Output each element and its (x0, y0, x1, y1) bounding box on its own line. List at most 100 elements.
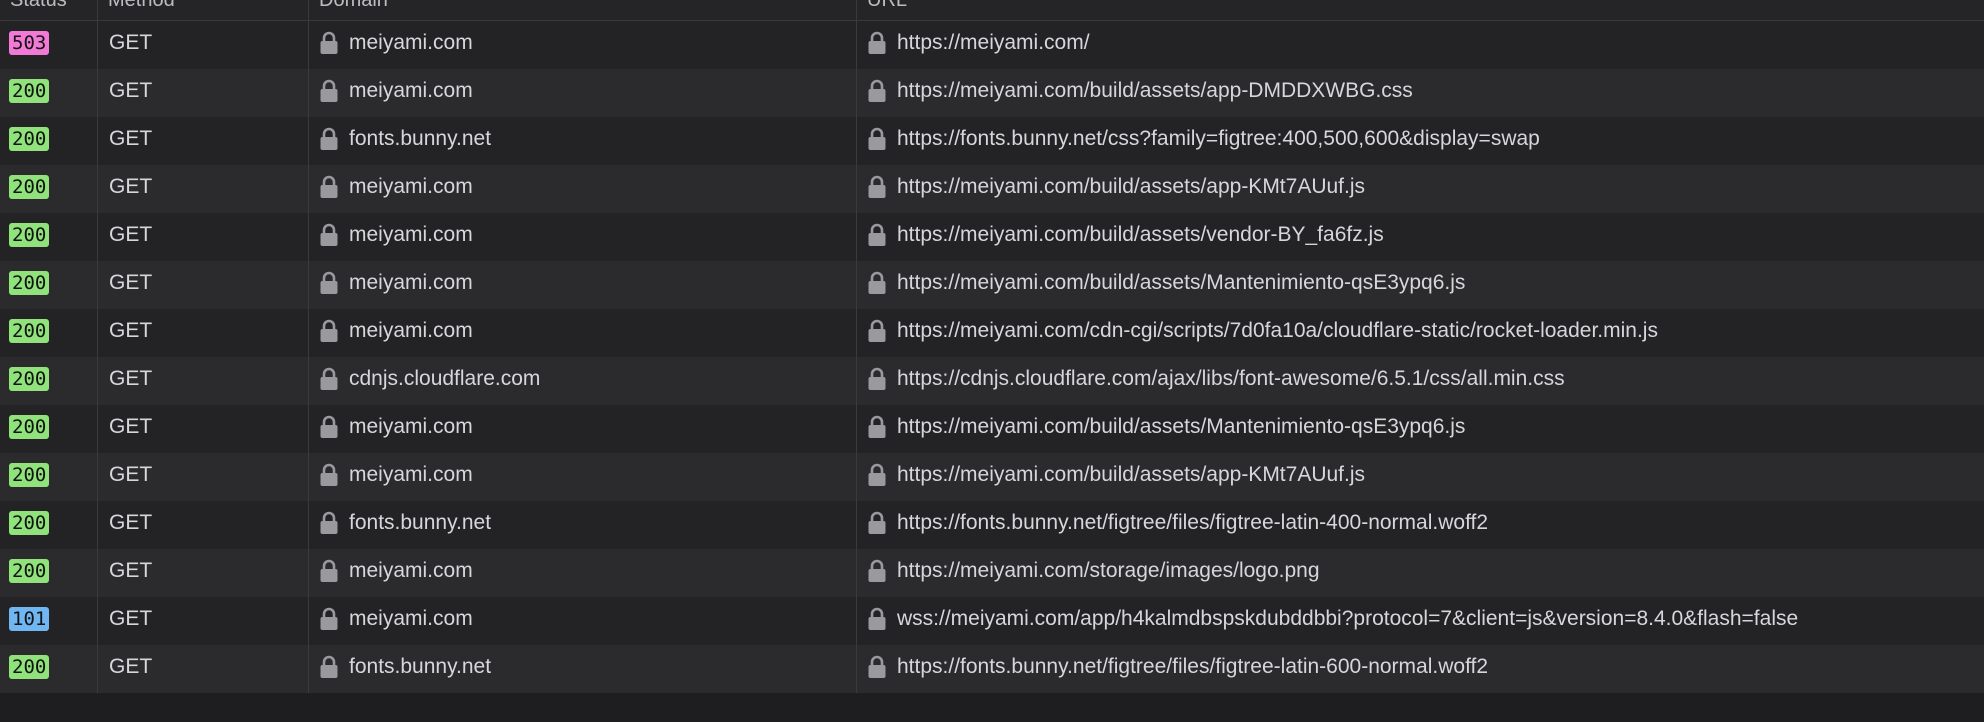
domain-cell: meiyami.com (309, 165, 857, 213)
status-badge: 200 (9, 271, 50, 296)
domain-cell: meiyami.com (309, 405, 857, 453)
domain-cell: fonts.bunny.net (309, 117, 857, 165)
table-row[interactable]: 200 GET cdnjs.cloudflare.com https://cdn… (0, 357, 1984, 405)
status-cell: 200 (0, 69, 98, 117)
lock-icon (319, 223, 339, 247)
table-row[interactable]: 200 GET fonts.bunny.net https://fonts.bu… (0, 501, 1984, 549)
url-text: https://meiyami.com/build/assets/Manteni… (897, 271, 1466, 295)
url-cell: https://fonts.bunny.net/figtree/files/fi… (857, 501, 1984, 549)
method-text: GET (109, 655, 153, 679)
url-text: https://meiyami.com/build/assets/Manteni… (897, 415, 1466, 439)
column-header-domain[interactable]: Domain (309, 0, 857, 20)
method-text: GET (109, 175, 153, 199)
method-cell: GET (98, 501, 309, 549)
status-cell: 200 (0, 309, 98, 357)
domain-text: fonts.bunny.net (349, 511, 492, 535)
method-text: GET (109, 223, 153, 247)
status-cell: 503 (0, 21, 98, 69)
table-row[interactable]: 200 GET meiyami.com https://meiyami.com/… (0, 261, 1984, 309)
table-row[interactable]: 200 GET meiyami.com https://meiyami.com/… (0, 165, 1984, 213)
table-header: Status Method Domain URL (0, 0, 1984, 21)
lock-icon (867, 607, 887, 631)
status-cell: 200 (0, 405, 98, 453)
method-cell: GET (98, 453, 309, 501)
table-row[interactable]: 200 GET meiyami.com https://meiyami.com/… (0, 549, 1984, 597)
method-text: GET (109, 463, 153, 487)
url-cell: https://meiyami.com/cdn-cgi/scripts/7d0f… (857, 309, 1984, 357)
url-cell: https://meiyami.com/build/assets/Manteni… (857, 405, 1984, 453)
domain-text: meiyami.com (349, 79, 473, 103)
table-row[interactable]: 200 GET meiyami.com https://meiyami.com/… (0, 309, 1984, 357)
url-cell: https://meiyami.com/build/assets/app-KMt… (857, 453, 1984, 501)
status-badge: 200 (9, 511, 50, 536)
table-row[interactable]: 101 GET meiyami.com wss://meiyami.com/ap… (0, 597, 1984, 645)
column-header-method[interactable]: Method (98, 0, 309, 20)
method-cell: GET (98, 261, 309, 309)
table-row[interactable]: 200 GET meiyami.com https://meiyami.com/… (0, 453, 1984, 501)
method-cell: GET (98, 357, 309, 405)
url-text: https://cdnjs.cloudflare.com/ajax/libs/f… (897, 367, 1565, 391)
lock-icon (867, 415, 887, 439)
domain-text: meiyami.com (349, 607, 473, 631)
lock-icon (867, 127, 887, 151)
status-badge: 200 (9, 559, 50, 584)
method-text: GET (109, 367, 153, 391)
lock-icon (319, 607, 339, 631)
lock-icon (319, 415, 339, 439)
domain-text: fonts.bunny.net (349, 127, 492, 151)
domain-text: meiyami.com (349, 175, 473, 199)
domain-cell: meiyami.com (309, 549, 857, 597)
lock-icon (319, 79, 339, 103)
domain-cell: fonts.bunny.net (309, 645, 857, 693)
table-row[interactable]: 200 GET fonts.bunny.net https://fonts.bu… (0, 117, 1984, 165)
url-text: https://meiyami.com/storage/images/logo.… (897, 559, 1320, 583)
status-cell: 200 (0, 261, 98, 309)
status-badge: 200 (9, 319, 50, 344)
domain-text: meiyami.com (349, 31, 473, 55)
url-text: https://meiyami.com/build/assets/app-DMD… (897, 79, 1413, 103)
method-text: GET (109, 271, 153, 295)
column-header-status[interactable]: Status (0, 0, 98, 20)
url-text: https://fonts.bunny.net/css?family=figtr… (897, 127, 1540, 151)
status-cell: 200 (0, 501, 98, 549)
network-requests-table: Status Method Domain URL 503 GET meiyami… (0, 0, 1984, 693)
table-row[interactable]: 200 GET fonts.bunny.net https://fonts.bu… (0, 645, 1984, 693)
url-text: https://meiyami.com/build/assets/app-KMt… (897, 175, 1366, 199)
method-cell: GET (98, 117, 309, 165)
column-header-url[interactable]: URL (857, 0, 1984, 20)
method-text: GET (109, 79, 153, 103)
url-cell: https://meiyami.com/build/assets/Manteni… (857, 261, 1984, 309)
status-badge: 200 (9, 175, 50, 200)
lock-icon (319, 31, 339, 55)
domain-cell: cdnjs.cloudflare.com (309, 357, 857, 405)
table-row[interactable]: 200 GET meiyami.com https://meiyami.com/… (0, 213, 1984, 261)
method-text: GET (109, 31, 153, 55)
status-cell: 200 (0, 213, 98, 261)
domain-cell: meiyami.com (309, 213, 857, 261)
method-cell: GET (98, 165, 309, 213)
lock-icon (867, 79, 887, 103)
url-text: wss://meiyami.com/app/h4kalmdbspskdubddb… (897, 607, 1799, 631)
method-cell: GET (98, 549, 309, 597)
table-body: 503 GET meiyami.com https://meiyami.com/ (0, 21, 1984, 693)
table-row[interactable]: 503 GET meiyami.com https://meiyami.com/ (0, 21, 1984, 69)
status-cell: 200 (0, 645, 98, 693)
url-cell: https://meiyami.com/build/assets/app-KMt… (857, 165, 1984, 213)
method-cell: GET (98, 69, 309, 117)
lock-icon (319, 127, 339, 151)
status-cell: 200 (0, 165, 98, 213)
method-text: GET (109, 415, 153, 439)
method-text: GET (109, 511, 153, 535)
lock-icon (867, 271, 887, 295)
url-text: https://fonts.bunny.net/figtree/files/fi… (897, 655, 1489, 679)
status-badge: 200 (9, 415, 50, 440)
url-cell: https://fonts.bunny.net/figtree/files/fi… (857, 645, 1984, 693)
lock-icon (319, 175, 339, 199)
url-text: https://meiyami.com/ (897, 31, 1090, 55)
table-row[interactable]: 200 GET meiyami.com https://meiyami.com/… (0, 69, 1984, 117)
url-cell: https://fonts.bunny.net/css?family=figtr… (857, 117, 1984, 165)
domain-text: meiyami.com (349, 223, 473, 247)
domain-cell: fonts.bunny.net (309, 501, 857, 549)
method-text: GET (109, 127, 153, 151)
table-row[interactable]: 200 GET meiyami.com https://meiyami.com/… (0, 405, 1984, 453)
